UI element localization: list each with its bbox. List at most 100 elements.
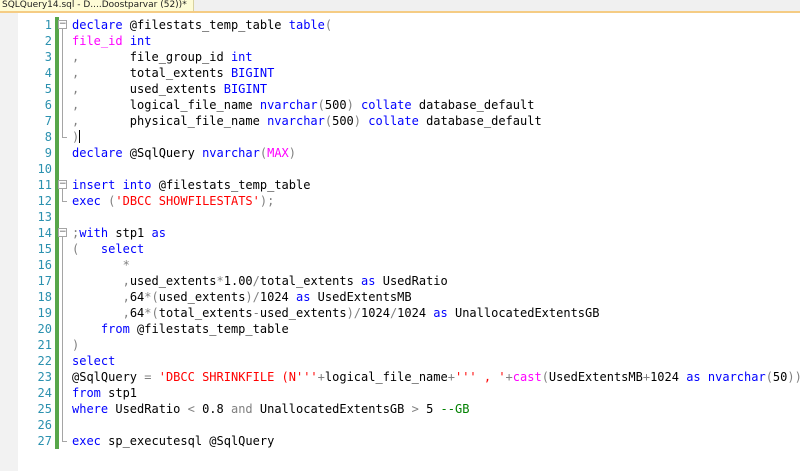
code-token: nvarchar [202, 146, 260, 160]
code-line[interactable]: 3 , file_group_id int [0, 49, 800, 65]
line-number: 21 [37, 338, 52, 352]
code-line[interactable]: 26 [0, 417, 800, 433]
code-line[interactable]: 8) [0, 129, 800, 145]
code-token: + [642, 370, 651, 384]
line-number: 25 [37, 402, 52, 416]
code-token: ); [259, 194, 275, 208]
code-line[interactable]: 14− ;with stp1 as [0, 225, 800, 241]
code-token: nvarchar [259, 98, 318, 112]
code-line[interactable]: 21) [0, 337, 800, 353]
code-text: insert into @filestats_temp_table [72, 177, 310, 193]
line-number: 12 [37, 194, 52, 208]
change-indicator [55, 113, 59, 129]
fold-collapse-icon[interactable]: − [58, 180, 67, 189]
line-number: 7 [44, 114, 52, 128]
sql-editor[interactable]: 1− declare @filestats_temp_table table(2 f… [0, 13, 800, 471]
code-line[interactable]: 6 , logical_file_name nvarchar(500) colla… [0, 97, 800, 113]
code-line[interactable]: 18 ,64*(used_extents)/1024 as UsedExtent… [0, 289, 800, 305]
line-number: 18 [37, 290, 52, 304]
code-token: 64 [129, 306, 145, 320]
code-token: 500 [324, 98, 347, 112]
code-token: collate [361, 98, 412, 112]
code-token: as [361, 274, 376, 288]
code-line[interactable]: 4 , total_extents BIGINT [0, 65, 800, 81]
line-number: 22 [37, 354, 52, 368]
code-line[interactable]: 16 * [0, 257, 800, 273]
line-number: 3 [44, 50, 52, 64]
code-text: from @filestats_temp_table [72, 321, 289, 337]
code-text: file_id int [72, 33, 152, 49]
fold-collapse-icon[interactable]: − [58, 20, 67, 29]
code-line[interactable]: 12 exec ('DBCC SHOWFILESTATS'); [0, 193, 800, 209]
change-indicator [55, 49, 59, 65]
code-line[interactable]: 1− declare @filestats_temp_table table( [0, 17, 800, 33]
code-token: 1024 [259, 290, 296, 304]
line-number: 16 [37, 258, 52, 272]
code-line[interactable]: 9 declare @SqlQuery nvarchar(MAX) [0, 145, 800, 161]
code-token: into [122, 178, 152, 192]
code-token: UsedRatio [375, 274, 448, 288]
change-indicator [55, 305, 59, 321]
change-indicator [55, 417, 59, 433]
change-indicator [55, 129, 59, 145]
code-line[interactable]: 10 [0, 161, 800, 177]
code-line[interactable]: 20 from @filestats_temp_table [0, 321, 800, 337]
line-number: 13 [37, 210, 52, 224]
code-token: file_group_id [79, 50, 231, 64]
code-line[interactable]: 24 from stp1 [0, 385, 800, 401]
code-line[interactable]: 17 ,used_extents*1.00/total_extents as U… [0, 273, 800, 289]
code-token: used_extents [79, 82, 224, 96]
code-token: ( [317, 98, 325, 112]
line-number: 4 [44, 66, 52, 80]
code-line[interactable]: 2 file_id int [0, 33, 800, 49]
code-token: 1024 [397, 306, 434, 320]
code-token: ))+ [787, 370, 800, 384]
line-number: 11 [37, 178, 52, 192]
change-indicator [55, 193, 59, 209]
code-token: exec [72, 194, 101, 208]
code-token: nvarchar [707, 370, 766, 384]
code-token: ( [541, 370, 549, 384]
code-line[interactable]: 23 @SqlQuery = 'DBCC SHRINKFILE (N'''+log… [0, 369, 800, 385]
code-text: select [72, 353, 115, 369]
code-line[interactable]: 13 [0, 209, 800, 225]
code-token: with [79, 226, 109, 240]
code-line[interactable]: 27 exec sp_executesql @SqlQuery [0, 433, 800, 449]
code-line[interactable]: 7 , physical_file_name nvarchar(500) coll… [0, 113, 800, 129]
code-text: ) [72, 129, 81, 145]
code-token: sp_executesql @SqlQuery [100, 434, 275, 448]
change-indicator [55, 321, 59, 337]
code-line[interactable]: 25 where UsedRatio < 0.8 and UnallocatedE… [0, 401, 800, 417]
code-line[interactable]: 5 , used_extents BIGINT [0, 81, 800, 97]
code-text: ;with stp1 as [72, 225, 166, 241]
code-token: logical_file_name [79, 98, 260, 112]
code-token: stp1 [100, 386, 138, 400]
code-line[interactable]: 11− insert into @filestats_temp_table [0, 177, 800, 193]
code-token: BIGINT [223, 82, 268, 96]
code-line[interactable]: 19 ,64*(total_extents-used_extents)/1024… [0, 305, 800, 321]
code-token: UsedExtentsMB [310, 290, 412, 304]
code-token: where [72, 402, 109, 416]
code-line[interactable]: 15 ( select [0, 241, 800, 257]
code-token: 'DBCC SHOWFILESTATS' [115, 194, 260, 208]
fold-guide-line [62, 189, 63, 201]
document-tab[interactable]: SQLQuery14.sql - D....Doostparvar (52))* [0, 0, 194, 11]
code-token: as [296, 290, 311, 304]
fold-collapse-icon[interactable]: − [58, 228, 67, 237]
code-token: 50 [772, 370, 788, 384]
change-indicator [55, 257, 59, 273]
code-token: 5 [418, 402, 441, 416]
change-indicator [55, 81, 59, 97]
change-indicator [55, 65, 59, 81]
code-token: select [100, 242, 145, 256]
line-number: 19 [37, 306, 52, 320]
code-token: 'DBCC SHRINKFILE (N''' [158, 370, 318, 384]
line-number: 9 [44, 146, 52, 160]
code-line[interactable]: 22 select [0, 353, 800, 369]
code-token: ( [765, 370, 773, 384]
